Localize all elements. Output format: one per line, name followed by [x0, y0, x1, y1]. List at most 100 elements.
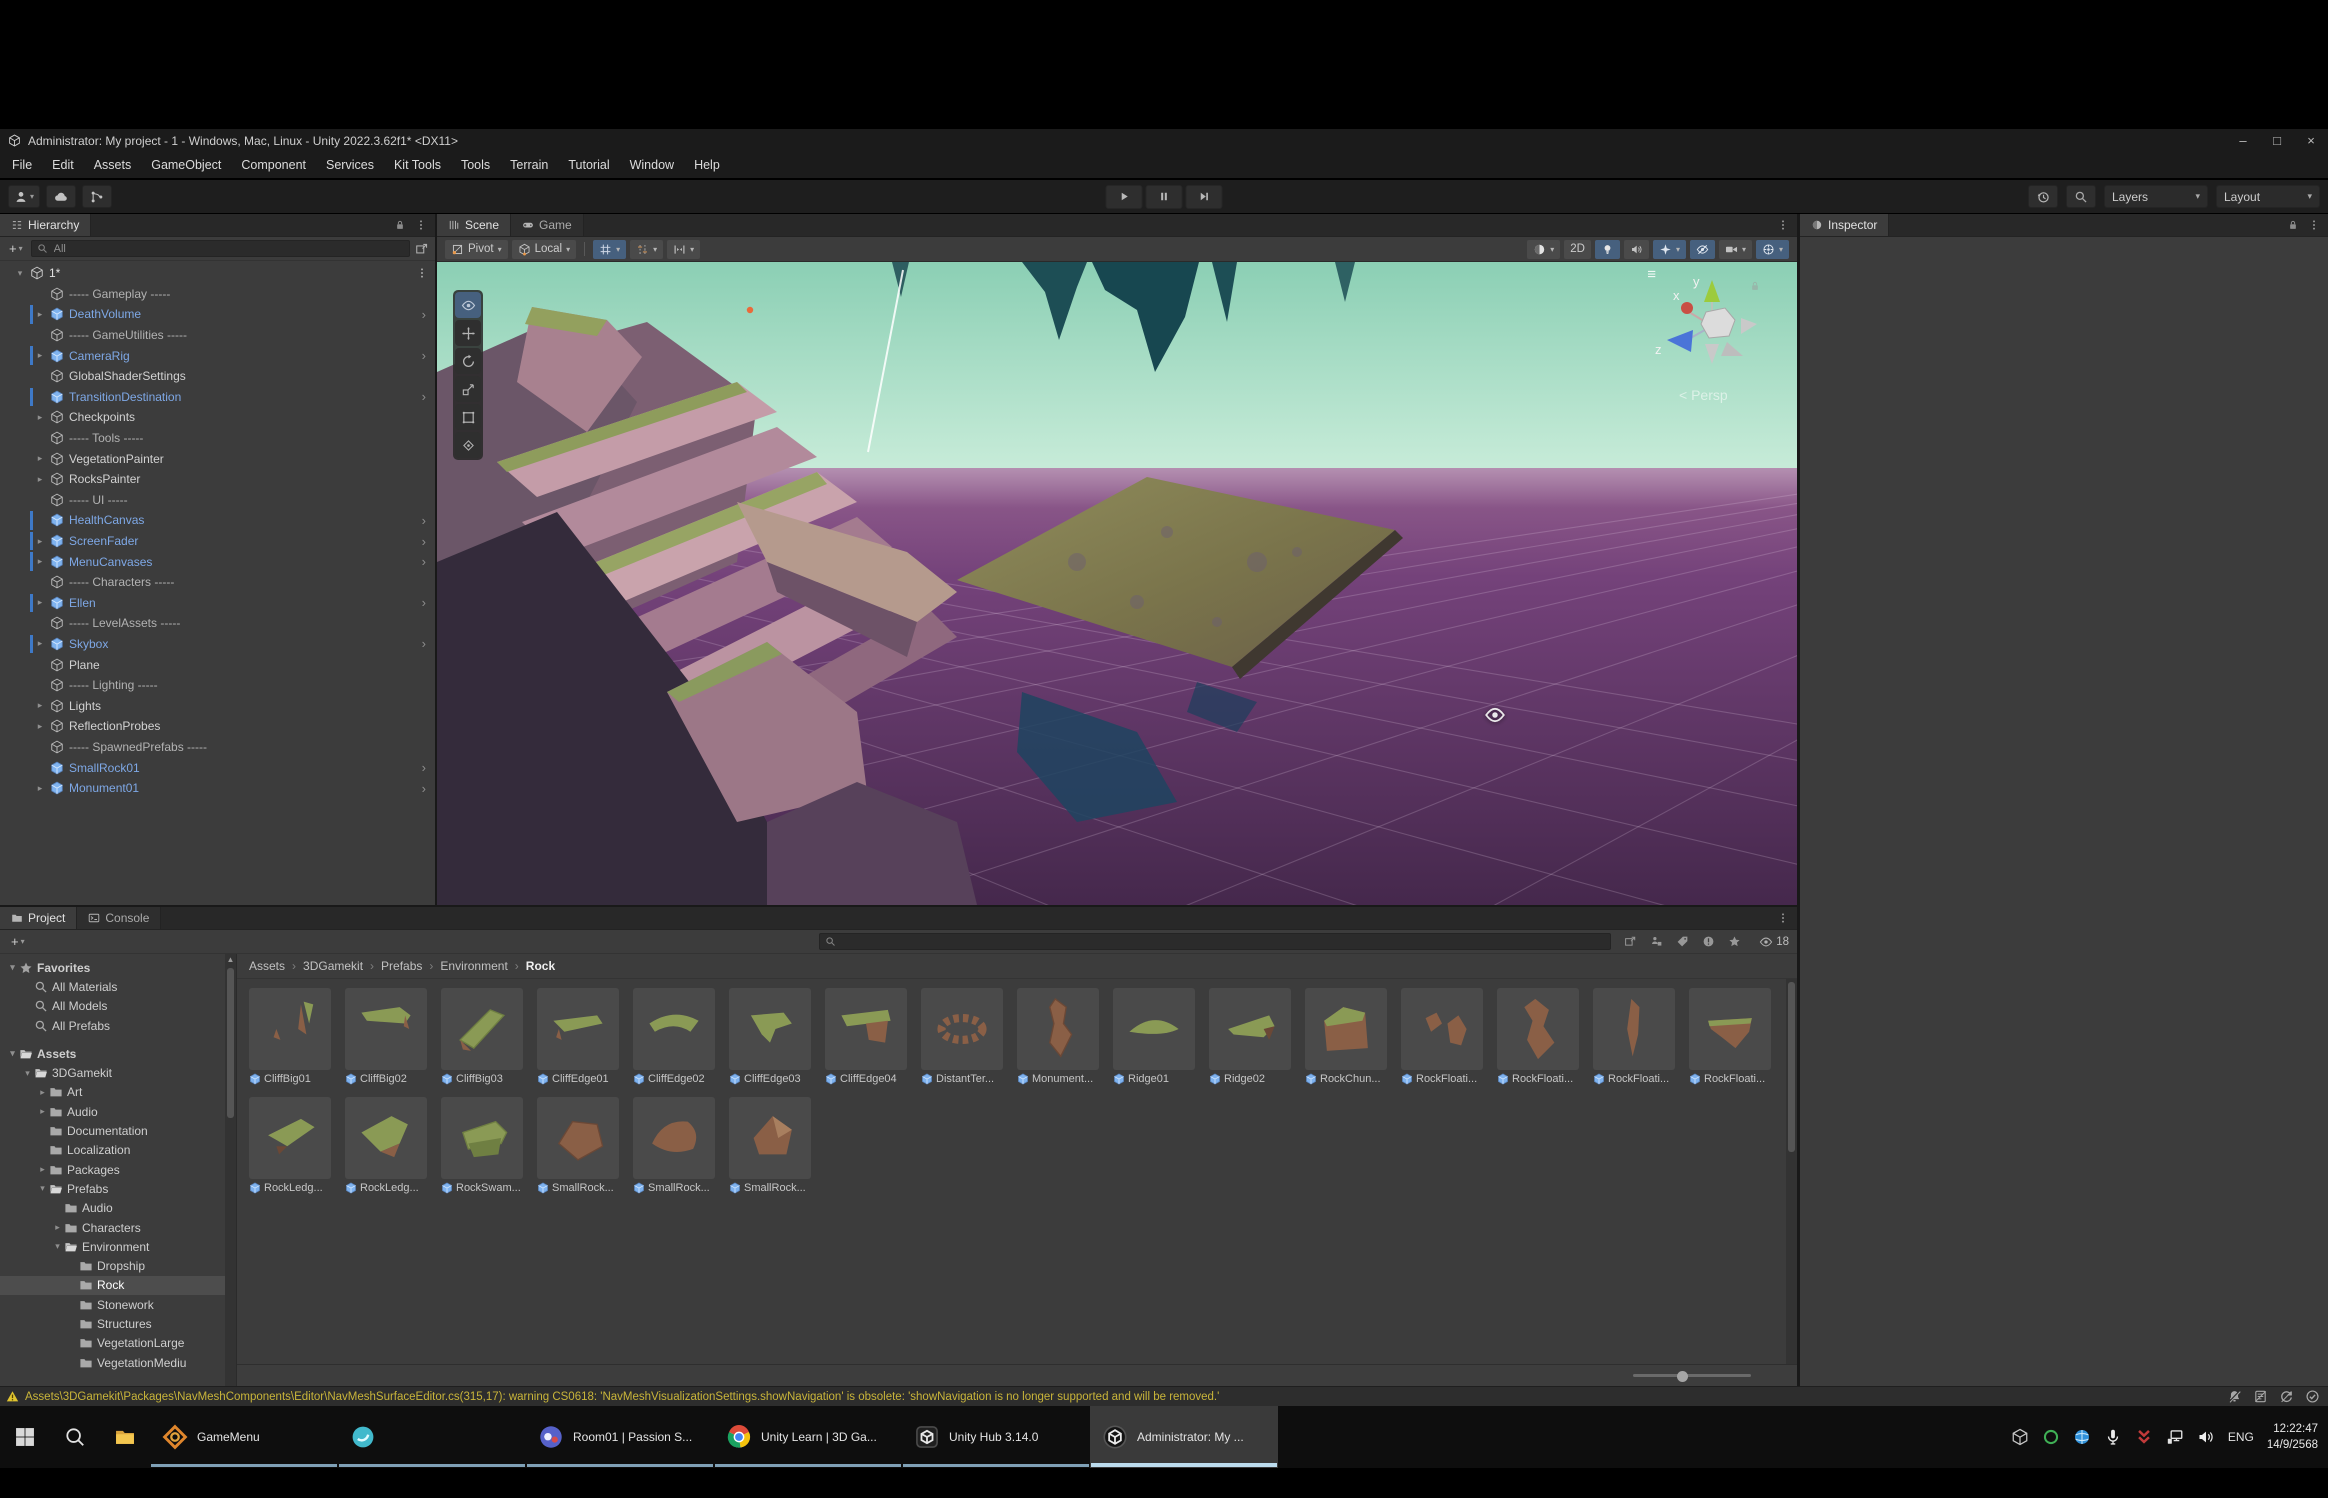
minimize-button[interactable]: – — [2226, 129, 2260, 152]
project-tree-item-localization[interactable]: Localization — [0, 1141, 236, 1160]
refresh-off-icon[interactable] — [2279, 1389, 2294, 1404]
asset-item-smallrock[interactable]: SmallRock... — [729, 1097, 817, 1194]
effects-button[interactable]: ▾ — [1653, 240, 1686, 259]
hierarchy-item-skybox[interactable]: ▸Skybox› — [0, 634, 435, 655]
move-snap-button[interactable]: ▾ — [667, 240, 700, 259]
view-tool-button[interactable] — [455, 292, 481, 318]
menu-component[interactable]: Component — [231, 158, 316, 172]
foldout-icon[interactable] — [66, 1319, 79, 1329]
project-tree-item-rock[interactable]: Rock — [0, 1276, 236, 1295]
foldout-icon[interactable]: ▸ — [33, 412, 47, 423]
project-tree-item-3dgamekit[interactable]: ▾3DGamekit — [0, 1063, 236, 1082]
foldout-icon[interactable]: ▾ — [51, 1241, 64, 1252]
lock-icon[interactable] — [2287, 219, 2299, 231]
asset-item-rockfloati[interactable]: RockFloati... — [1497, 988, 1585, 1085]
language-indicator[interactable]: ENG — [2228, 1430, 2254, 1444]
globe-tray-icon[interactable] — [2073, 1428, 2091, 1446]
importance-button[interactable] — [1695, 933, 1721, 951]
prefab-open-arrow[interactable]: › — [422, 307, 426, 322]
project-tree-item-dropship[interactable]: Dropship — [0, 1256, 236, 1275]
play-button[interactable] — [1106, 185, 1143, 209]
slider-knob[interactable] — [1677, 1371, 1688, 1382]
foldout-icon[interactable]: ▸ — [33, 700, 47, 711]
breadcrumb-prefabs[interactable]: Prefabs — [381, 959, 422, 973]
project-tree-item-documentation[interactable]: Documentation — [0, 1121, 236, 1140]
hierarchy-scene-row[interactable]: ▾1* — [0, 263, 435, 284]
cloud-button[interactable] — [46, 185, 76, 208]
foldout-icon[interactable]: ▾ — [6, 1048, 19, 1059]
hierarchy-search-input[interactable] — [52, 242, 404, 256]
project-tree-item-stonework[interactable]: Stonework — [0, 1295, 236, 1314]
project-tree-item-environment[interactable]: ▾Environment — [0, 1237, 236, 1256]
prefab-open-arrow[interactable]: › — [422, 513, 426, 528]
foldout-icon[interactable] — [21, 1001, 34, 1011]
taskbar-app-teal-app-icon[interactable] — [338, 1406, 526, 1468]
microphone-icon[interactable] — [2104, 1428, 2122, 1446]
asset-item-cliffbig03[interactable]: CliffBig03 — [441, 988, 529, 1085]
hierarchy-item-gameutilities[interactable]: ----- GameUtilities ----- — [0, 325, 435, 346]
hierarchy-item-spawnedprefabs[interactable]: ----- SpawnedPrefabs ----- — [0, 737, 435, 758]
download-icon[interactable] — [2135, 1428, 2153, 1446]
undo-history-button[interactable] — [2028, 185, 2058, 208]
taskbar-app-gamemenu[interactable]: GameMenu — [150, 1406, 338, 1468]
maximize-button[interactable]: □ — [2260, 129, 2294, 152]
foldout-icon[interactable] — [66, 1358, 79, 1368]
clock[interactable]: 12:22:47 14/9/2568 — [2267, 1421, 2318, 1453]
foldout-icon[interactable]: ▸ — [36, 1087, 49, 1098]
menu-tutorial[interactable]: Tutorial — [558, 158, 619, 172]
hierarchy-item-monument01[interactable]: ▸Monument01› — [0, 778, 435, 799]
hidden-packages-toggle[interactable]: 18 — [1753, 935, 1789, 949]
foldout-icon[interactable]: ▸ — [33, 474, 47, 485]
project-tree-item-favorites[interactable]: ▾Favorites — [0, 958, 236, 977]
asset-item-rockledg[interactable]: RockLedg... — [249, 1097, 337, 1194]
prefab-open-arrow[interactable]: › — [422, 781, 426, 796]
hierarchy-item-deathvolume[interactable]: ▸DeathVolume› — [0, 304, 435, 325]
hierarchy-item-checkpoints[interactable]: ▸Checkpoints — [0, 407, 435, 428]
perspective-label[interactable]: < Persp — [1679, 387, 1728, 403]
menu-kit-tools[interactable]: Kit Tools — [384, 158, 451, 172]
project-tree-item-art[interactable]: ▸Art — [0, 1083, 236, 1102]
asset-item-cliffbig02[interactable]: CliffBig02 — [345, 988, 433, 1085]
file-explorer-button[interactable] — [100, 1406, 150, 1468]
lock-icon[interactable] — [394, 219, 406, 231]
foldout-icon[interactable]: ▸ — [51, 1222, 64, 1233]
hierarchy-item-globalshadersettings[interactable]: GlobalShaderSettings — [0, 366, 435, 387]
taskbar-app-unity-learn-3d-ga[interactable]: Unity Learn | 3D Ga... — [714, 1406, 902, 1468]
start-button[interactable] — [0, 1406, 50, 1468]
project-tree-item-all-models[interactable]: All Models — [0, 997, 236, 1016]
menu-assets[interactable]: Assets — [84, 158, 142, 172]
foldout-icon[interactable] — [66, 1338, 79, 1348]
tab-hierarchy[interactable]: Hierarchy — [0, 214, 91, 236]
foldout-icon[interactable]: ▸ — [33, 453, 47, 464]
orientation-gizmo[interactable]: y x z < Persp — [1649, 268, 1769, 408]
asset-item-cliffedge02[interactable]: CliffEdge02 — [633, 988, 721, 1085]
menu-help[interactable]: Help — [684, 158, 730, 172]
visibility-button[interactable] — [1690, 240, 1715, 259]
foldout-icon[interactable] — [36, 1126, 49, 1136]
tab-project[interactable]: Project — [0, 907, 77, 929]
search-everything-button[interactable] — [2066, 185, 2096, 208]
foldout-icon[interactable]: ▾ — [21, 1068, 34, 1079]
foldout-icon[interactable]: ▸ — [33, 721, 47, 732]
layers-dropdown[interactable]: Layers▾ — [2104, 185, 2208, 208]
foldout-icon[interactable] — [21, 1021, 34, 1031]
breadcrumb-assets[interactable]: Assets — [249, 959, 285, 973]
prefab-open-arrow[interactable]: › — [422, 760, 426, 775]
account-button[interactable]: ▾ — [8, 185, 40, 208]
asset-item-cliffedge03[interactable]: CliffEdge03 — [729, 988, 817, 1085]
hierarchy-item-reflectionprobes[interactable]: ▸ReflectionProbes — [0, 716, 435, 737]
prefab-open-arrow[interactable]: › — [422, 636, 426, 651]
foldout-icon[interactable] — [36, 1145, 49, 1155]
scene-lighting-button[interactable] — [1595, 240, 1620, 259]
menu-terrain[interactable]: Terrain — [500, 158, 558, 172]
prefab-open-arrow[interactable]: › — [422, 595, 426, 610]
transform-tool-button[interactable] — [455, 432, 481, 458]
taskbar-app-room01-passion-s[interactable]: Room01 | Passion S... — [526, 1406, 714, 1468]
foldout-icon[interactable] — [21, 982, 34, 992]
asset-item-cliffbig01[interactable]: CliffBig01 — [249, 988, 337, 1085]
hierarchy-item-levelassets[interactable]: ----- LevelAssets ----- — [0, 613, 435, 634]
hierarchy-item-menucanvases[interactable]: ▸MenuCanvases› — [0, 551, 435, 572]
asset-item-smallrock[interactable]: SmallRock... — [537, 1097, 625, 1194]
hierarchy-search[interactable] — [31, 240, 410, 257]
kebab-menu-icon[interactable] — [1777, 912, 1789, 924]
